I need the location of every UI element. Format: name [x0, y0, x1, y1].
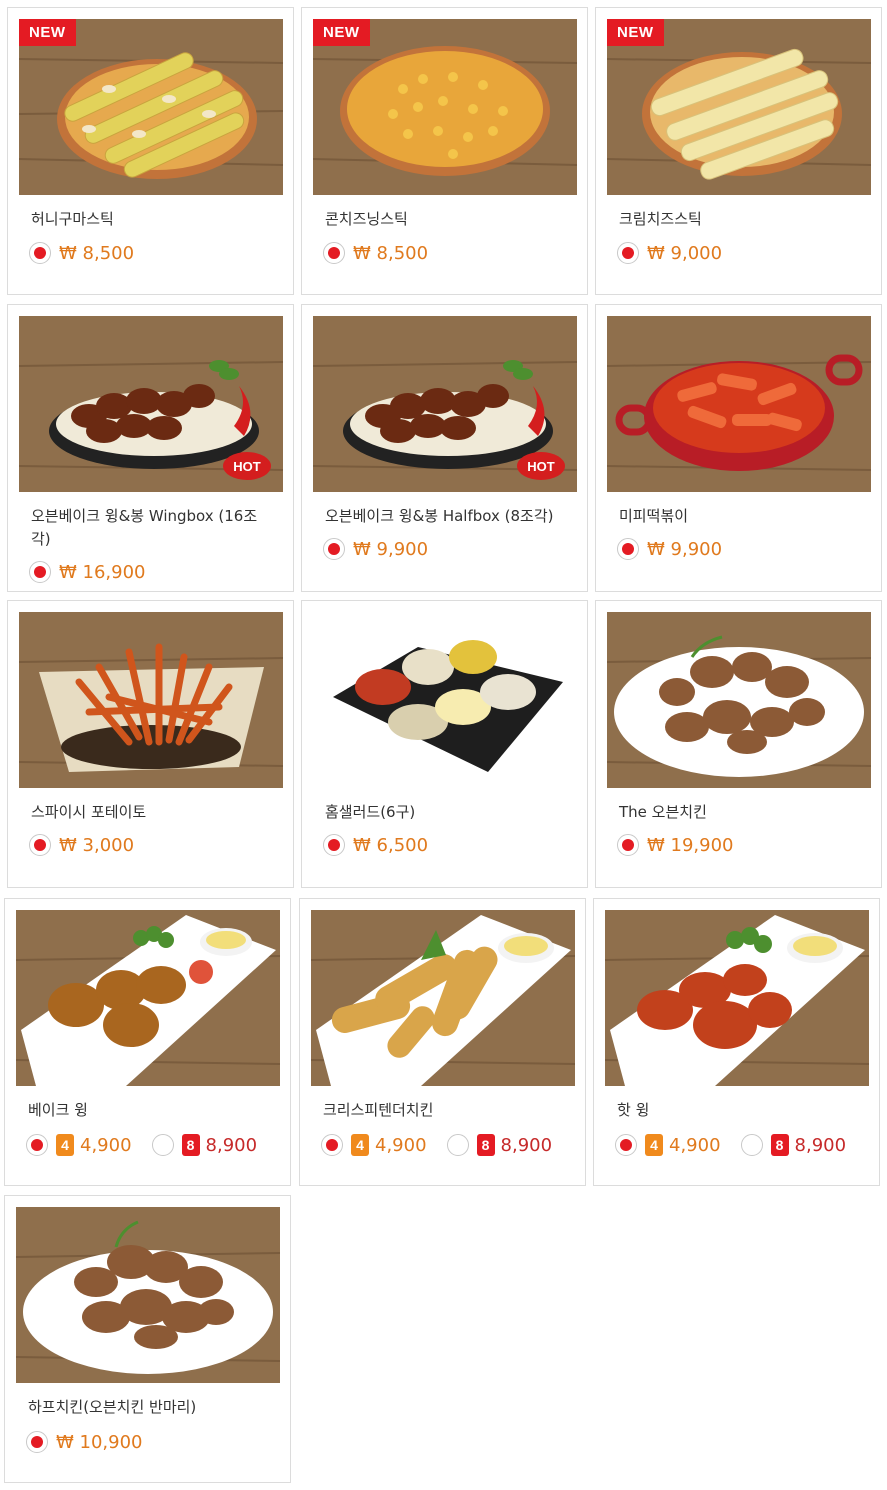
item-price-4: 4,900 [669, 1134, 721, 1156]
item-price-4: 4,900 [375, 1134, 427, 1156]
item-name[interactable]: 스파이시 포테이토 [31, 801, 271, 824]
menu-card-crispy-tender[interactable]: 크리스피텐더치킨 4 4,900 8 8,900 [299, 898, 586, 1186]
menu-card-tteokbokki[interactable]: 미피떡볶이 ₩ 9,900 [595, 304, 882, 592]
item-name[interactable]: 홈샐러드(6구) [325, 801, 565, 824]
radio-selected-icon[interactable] [26, 1134, 48, 1156]
new-badge: NEW [19, 19, 76, 46]
item-name[interactable]: 오븐베이크 윙&봉 Wingbox (16조각) [31, 505, 267, 551]
item-price: ₩ 8,500 [353, 242, 429, 264]
item-price-4: 4,900 [80, 1134, 132, 1156]
menu-card-spicy-potato[interactable]: 스파이시 포테이토 ₩ 3,000 [7, 600, 294, 888]
price-option[interactable]: ₩ 9,000 [617, 240, 722, 266]
menu-card-wingbox[interactable]: HOT 오븐베이크 윙&봉 Wingbox (16조각) ₩ 16,900 [7, 304, 294, 592]
radio-selected-icon[interactable] [617, 834, 639, 856]
item-name[interactable]: 크리스피텐더치킨 [323, 1099, 563, 1122]
cream-cheese-stick-pizza-image[interactable]: NEW [607, 19, 871, 195]
oven-chicken-image[interactable] [607, 612, 871, 788]
bake-wing-image[interactable] [16, 910, 280, 1086]
menu-card-corn-cheese-stick[interactable]: NEW 콘치즈닝스틱 ₩ 8,500 [301, 7, 588, 295]
size-8-badge: 8 [770, 1134, 789, 1156]
half-chicken-image[interactable] [16, 1207, 280, 1383]
new-badge: NEW [607, 19, 664, 46]
menu-card-honey-gumastick[interactable]: NEW 허니구마스틱 ₩ 8,500 [7, 7, 294, 295]
radio-selected-icon[interactable] [26, 1431, 48, 1453]
honey-sweet-potato-stick-pizza-image[interactable]: NEW [19, 19, 283, 195]
size-4-badge: 4 [351, 1134, 369, 1156]
price-options[interactable]: 4 4,900 8 8,900 [615, 1132, 846, 1158]
radio-unselected-icon[interactable] [151, 1134, 174, 1156]
item-price-8: 8,900 [500, 1134, 553, 1156]
menu-card-bake-wing[interactable]: 베이크 윙 4 4,900 8 8,900 [4, 898, 291, 1186]
item-name[interactable]: 콘치즈닝스틱 [325, 208, 565, 231]
item-price: ₩ 16,900 [59, 561, 146, 583]
corn-cheese-stick-pizza-image[interactable]: NEW [313, 19, 577, 195]
tteokbokki-image[interactable] [607, 316, 871, 492]
item-price: ₩ 6,500 [353, 834, 429, 856]
menu-card-home-salad[interactable]: 홈샐러드(6구) ₩ 6,500 [301, 600, 588, 888]
item-price: ₩ 9,900 [647, 538, 723, 560]
item-name[interactable]: The 오븐치킨 [619, 801, 859, 824]
item-price: ₩ 9,900 [353, 538, 429, 560]
hot-badge: HOT [527, 459, 555, 474]
item-name[interactable]: 베이크 윙 [28, 1099, 268, 1122]
radio-selected-icon[interactable] [617, 538, 639, 560]
menu-card-half-chicken[interactable]: 하프치킨(오븐치킨 반마리) ₩ 10,900 [4, 1195, 291, 1483]
price-option[interactable]: ₩ 9,900 [617, 536, 722, 562]
radio-unselected-icon[interactable] [740, 1134, 763, 1156]
item-name[interactable]: 핫 윙 [617, 1099, 857, 1122]
item-price-8: 8,900 [205, 1134, 258, 1156]
price-options[interactable]: 4 4,900 8 8,900 [26, 1132, 257, 1158]
radio-unselected-icon[interactable] [446, 1134, 469, 1156]
hot-badge: HOT [233, 459, 261, 474]
menu-card-the-oven-chicken[interactable]: The 오븐치킨 ₩ 19,900 [595, 600, 882, 888]
item-price: ₩ 9,000 [647, 242, 723, 264]
radio-selected-icon[interactable] [29, 834, 51, 856]
menu-card-hot-wing[interactable]: 핫 윙 4 4,900 8 8,900 [593, 898, 880, 1186]
item-name[interactable]: 허니구마스틱 [31, 208, 271, 231]
salad-box-image[interactable] [313, 612, 577, 788]
price-option[interactable]: ₩ 8,500 [323, 240, 428, 266]
item-name[interactable]: 하프치킨(오븐치킨 반마리) [28, 1396, 268, 1419]
radio-selected-icon[interactable] [29, 242, 51, 264]
hot-wing-image[interactable] [605, 910, 869, 1086]
radio-selected-icon[interactable] [617, 242, 639, 264]
price-option[interactable]: ₩ 10,900 [26, 1429, 143, 1455]
item-name[interactable]: 오븐베이크 윙&봉 Halfbox (8조각) [325, 505, 565, 528]
price-option[interactable]: ₩ 19,900 [617, 832, 734, 858]
baked-wings-image[interactable]: HOT [313, 316, 577, 492]
size-8-badge: 8 [476, 1134, 495, 1156]
price-option[interactable]: ₩ 3,000 [29, 832, 134, 858]
price-option[interactable]: ₩ 6,500 [323, 832, 428, 858]
item-price: ₩ 8,500 [59, 242, 135, 264]
item-price: ₩ 19,900 [647, 834, 734, 856]
price-options[interactable]: 4 4,900 8 8,900 [321, 1132, 552, 1158]
baked-wings-image[interactable]: HOT [19, 316, 283, 492]
size-4-badge: 4 [56, 1134, 74, 1156]
radio-selected-icon[interactable] [323, 242, 345, 264]
item-name[interactable]: 미피떡볶이 [619, 505, 859, 528]
price-option[interactable]: ₩ 8,500 [29, 240, 134, 266]
size-4-badge: 4 [645, 1134, 663, 1156]
radio-selected-icon[interactable] [323, 834, 345, 856]
item-name[interactable]: 크림치즈스틱 [619, 208, 859, 231]
radio-selected-icon[interactable] [615, 1134, 637, 1156]
menu-card-cream-cheese-stick[interactable]: NEW 크림치즈스틱 ₩ 9,000 [595, 7, 882, 295]
radio-selected-icon[interactable] [321, 1134, 343, 1156]
menu-card-halfbox[interactable]: HOT 오븐베이크 윙&봉 Halfbox (8조각) ₩ 9,900 [301, 304, 588, 592]
radio-selected-icon[interactable] [29, 561, 51, 583]
item-price-8: 8,900 [794, 1134, 847, 1156]
price-option[interactable]: ₩ 9,900 [323, 536, 428, 562]
spicy-fries-image[interactable] [19, 612, 283, 788]
price-option[interactable]: ₩ 16,900 [29, 559, 146, 585]
item-price: ₩ 10,900 [56, 1431, 143, 1453]
crispy-tender-image[interactable] [311, 910, 575, 1086]
size-8-badge: 8 [181, 1134, 200, 1156]
new-badge: NEW [313, 19, 370, 46]
item-price: ₩ 3,000 [59, 834, 135, 856]
radio-selected-icon[interactable] [323, 538, 345, 560]
